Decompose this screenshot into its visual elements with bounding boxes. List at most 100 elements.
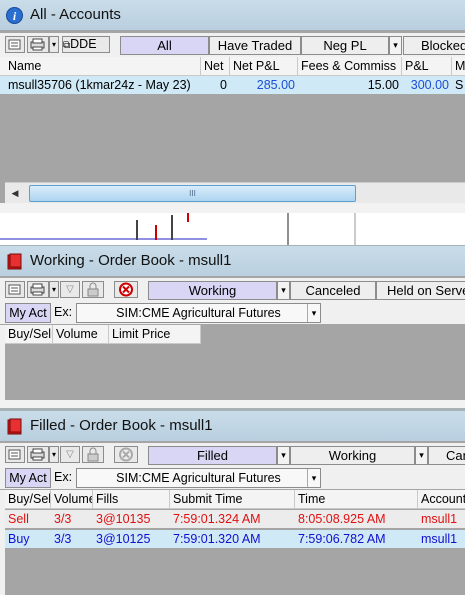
tab-filled-dropdown[interactable]: ▾ bbox=[277, 446, 290, 465]
accounts-hscrollbar[interactable]: ◀ III bbox=[5, 182, 465, 203]
print-dropdown[interactable]: ▾ bbox=[49, 446, 59, 463]
tab-neg-pl[interactable]: Neg PL bbox=[301, 36, 389, 55]
tab-working-label: Working bbox=[188, 283, 237, 298]
scroll-thumb-grip: III bbox=[189, 189, 196, 198]
col-name[interactable]: Name bbox=[5, 57, 201, 75]
fill-account: msull1 bbox=[421, 532, 458, 546]
printer-icon bbox=[30, 448, 45, 461]
col-fees[interactable]: Fees & Commiss bbox=[298, 57, 402, 75]
print-dropdown[interactable]: ▾ bbox=[49, 281, 59, 298]
col-net-pl[interactable]: Net P&L bbox=[230, 57, 298, 75]
tab-canceled[interactable]: Canceled bbox=[428, 446, 465, 465]
chevron-down-icon: ▾ bbox=[307, 304, 320, 322]
tab-held-on-server[interactable]: Held on Server bbox=[376, 281, 465, 300]
tab-canceled-label: Canceled bbox=[446, 448, 465, 463]
fill-row-sell[interactable]: Sell 3/3 3@10135 7:59:01.324 AM 8:05:08.… bbox=[0, 510, 465, 528]
filter-icon: ▽ bbox=[66, 284, 74, 295]
col-account[interactable]: Account bbox=[418, 490, 465, 508]
account-pl: 300.00 bbox=[410, 78, 449, 92]
col-submit-time[interactable]: Submit Time bbox=[170, 490, 295, 508]
accounts-window: i All - Accounts ▾ ⧉DDE All Have Traded … bbox=[0, 0, 465, 213]
col-net[interactable]: Net bbox=[201, 57, 230, 75]
properties-button[interactable] bbox=[5, 36, 25, 53]
fill-fills: 3@10135 bbox=[96, 512, 151, 526]
tab-list-dropdown[interactable]: ▾ bbox=[389, 36, 402, 55]
exchange-value: SIM:CME Agricultural Futures bbox=[116, 471, 281, 485]
printer-icon bbox=[30, 283, 45, 296]
accounts-titlebar[interactable]: i All - Accounts bbox=[0, 0, 465, 30]
dde-label: DDE bbox=[70, 37, 97, 51]
filter-button[interactable]: ▽ bbox=[60, 281, 80, 298]
filled-titlebar[interactable]: Filled - Order Book - msull1 bbox=[0, 411, 465, 441]
lock-icon bbox=[87, 282, 99, 297]
filled-toolbar: ▾ ▽ Filled ▾ Working ▾ Canceled bbox=[0, 443, 465, 468]
properties-button[interactable] bbox=[5, 446, 25, 463]
working-toolbar: ▾ ▽ Working ▾ Canceled Held on Server bbox=[0, 278, 465, 303]
col-volume[interactable]: Volume bbox=[51, 490, 93, 508]
properties-icon bbox=[8, 284, 21, 295]
tab-all[interactable]: All bbox=[120, 36, 209, 55]
col-volume[interactable]: Volume bbox=[53, 325, 109, 343]
exchange-value: SIM:CME Agricultural Futures bbox=[116, 306, 281, 320]
cancel-all-button[interactable] bbox=[114, 446, 138, 463]
exchange-select[interactable]: SIM:CME Agricultural Futures ▾ bbox=[76, 303, 321, 323]
cancel-icon bbox=[119, 447, 133, 462]
working-orderbook-window: Working - Order Book - msull1 ▾ ▽ Workin… bbox=[0, 246, 465, 408]
dde-button[interactable]: ⧉DDE bbox=[62, 36, 110, 53]
fill-side: Buy bbox=[8, 532, 30, 546]
printer-icon bbox=[30, 38, 45, 51]
print-button[interactable] bbox=[27, 281, 49, 298]
scroll-thumb[interactable]: III bbox=[29, 185, 356, 202]
fill-row-buy[interactable]: Buy 3/3 3@10125 7:59:01.320 AM 7:59:06.7… bbox=[0, 530, 465, 548]
filled-filter-bar: My Act Ex: SIM:CME Agricultural Futures … bbox=[0, 467, 465, 489]
account-net-pl: 285.00 bbox=[256, 78, 295, 92]
tab-canceled[interactable]: Canceled bbox=[290, 281, 376, 300]
fill-submit-time: 7:59:01.320 AM bbox=[173, 532, 261, 546]
properties-icon bbox=[8, 39, 21, 50]
info-icon: i bbox=[6, 7, 23, 24]
col-m[interactable]: M bbox=[452, 57, 465, 75]
my-act-button[interactable]: My Act bbox=[5, 468, 51, 488]
fill-time: 8:05:08.925 AM bbox=[298, 512, 386, 526]
fill-time: 7:59:06.782 AM bbox=[298, 532, 386, 546]
print-button[interactable] bbox=[27, 36, 49, 53]
scroll-left-arrow[interactable]: ◀ bbox=[7, 185, 23, 201]
exchange-select[interactable]: SIM:CME Agricultural Futures ▾ bbox=[76, 468, 321, 488]
account-row[interactable]: msull35706 (1kmar24z - May 23) 0 285.00 … bbox=[0, 76, 465, 94]
cancel-icon bbox=[119, 282, 133, 297]
tab-held-label: Held on Server bbox=[387, 283, 465, 298]
tab-neg-pl-label: Neg PL bbox=[323, 38, 367, 53]
col-fills[interactable]: Fills bbox=[93, 490, 170, 508]
tab-working[interactable]: Working bbox=[148, 281, 277, 300]
tab-working-dropdown[interactable]: ▾ bbox=[415, 446, 428, 465]
tab-filled[interactable]: Filled bbox=[148, 446, 277, 465]
col-buy-sell[interactable]: Buy/Sell bbox=[5, 490, 51, 508]
cancel-all-button[interactable] bbox=[114, 281, 138, 298]
filter-button[interactable]: ▽ bbox=[60, 446, 80, 463]
lock-button[interactable] bbox=[82, 446, 104, 463]
tab-have-traded[interactable]: Have Traded bbox=[209, 36, 301, 55]
working-titlebar[interactable]: Working - Order Book - msull1 bbox=[0, 246, 465, 276]
tab-working-dropdown[interactable]: ▾ bbox=[277, 281, 290, 300]
order-book-icon bbox=[7, 253, 22, 270]
lock-button[interactable] bbox=[82, 281, 104, 298]
properties-button[interactable] bbox=[5, 281, 25, 298]
accounts-bottom-edge bbox=[0, 203, 465, 213]
col-pl[interactable]: P&L bbox=[402, 57, 452, 75]
account-net: 0 bbox=[220, 78, 227, 92]
my-act-button[interactable]: My Act bbox=[5, 303, 51, 323]
col-buy-sell[interactable]: Buy/Sell bbox=[5, 325, 53, 343]
col-time[interactable]: Time bbox=[295, 490, 418, 508]
properties-icon bbox=[8, 449, 21, 460]
print-dropdown[interactable]: ▾ bbox=[49, 36, 59, 53]
fill-submit-time: 7:59:01.324 AM bbox=[173, 512, 261, 526]
col-limit-price[interactable]: Limit Price bbox=[109, 325, 201, 343]
fill-volume: 3/3 bbox=[54, 532, 72, 546]
tab-working[interactable]: Working bbox=[290, 446, 415, 465]
accounts-header: Name Net Net P&L Fees & Commiss P&L M bbox=[0, 57, 465, 76]
filled-left-strip bbox=[0, 490, 5, 595]
print-button[interactable] bbox=[27, 446, 49, 463]
tab-blocked-label: Blocked bbox=[421, 38, 465, 53]
account-fees: 15.00 bbox=[367, 78, 399, 92]
tab-blocked[interactable]: Blocked bbox=[403, 36, 465, 55]
